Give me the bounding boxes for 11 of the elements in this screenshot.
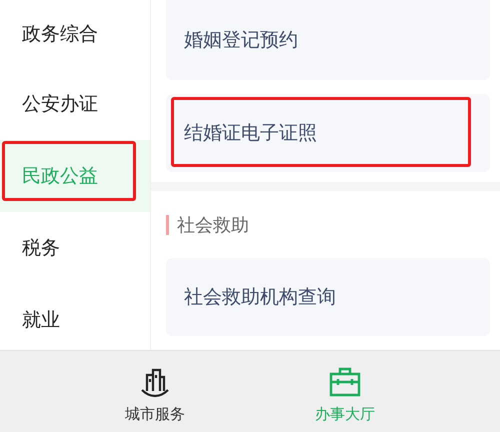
tab[interactable]: 城市服务 [119,351,191,432]
sidebar-item[interactable]: 就业 [0,284,150,350]
sidebar-item[interactable]: 税务 [0,212,150,284]
briefcase-icon [328,365,362,399]
sidebar-item[interactable]: 政务综合 [0,0,150,68]
service-card[interactable]: 婚姻登记预约 [166,0,490,80]
sidebar-item[interactable]: 公安办证 [0,68,150,140]
section-title: 社会救助 [177,214,249,237]
accent-bar [166,214,169,235]
service-card[interactable]: 社会救助机构查询 [166,258,490,336]
service-card[interactable]: 结婚证电子证照 [166,94,490,172]
